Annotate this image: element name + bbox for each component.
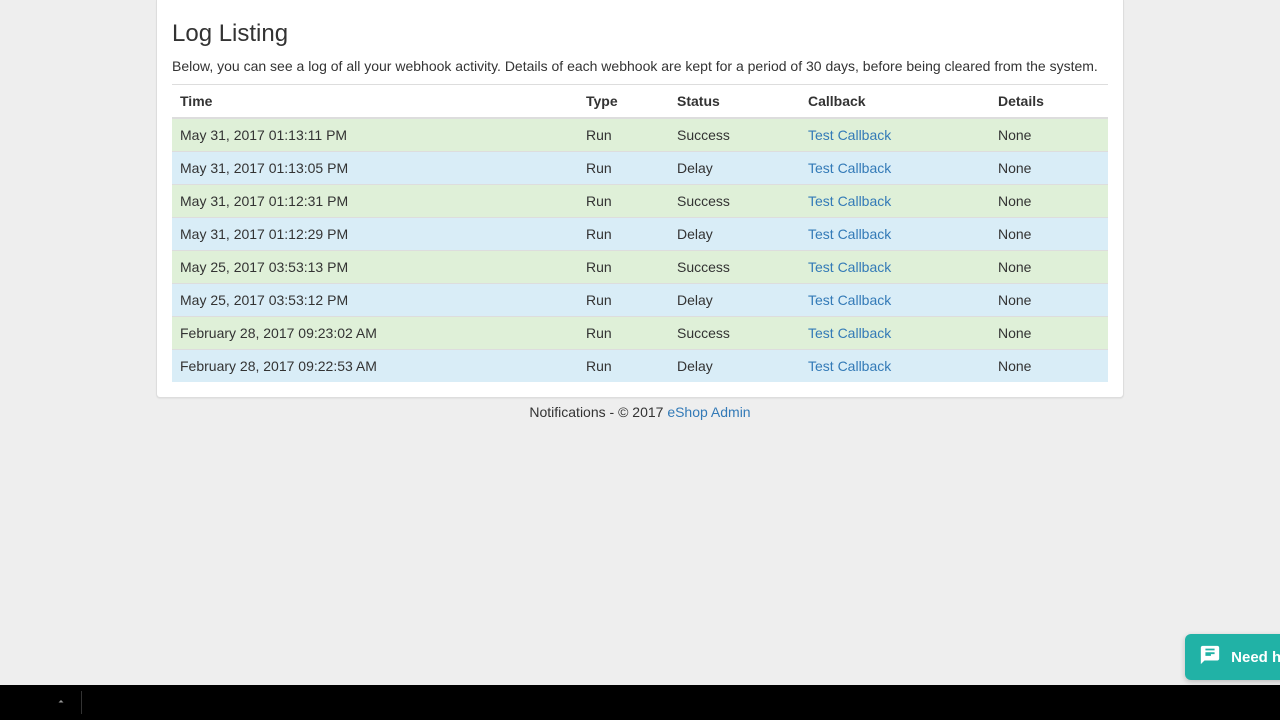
cell-type: Run	[578, 251, 669, 284]
cell-details: None	[990, 317, 1108, 350]
callback-link[interactable]: Test Callback	[808, 259, 891, 275]
cell-callback: Test Callback	[800, 317, 990, 350]
cell-time: May 31, 2017 01:12:29 PM	[172, 218, 578, 251]
cell-callback: Test Callback	[800, 251, 990, 284]
cell-type: Run	[578, 185, 669, 218]
callback-link[interactable]: Test Callback	[808, 127, 891, 143]
help-label: Need help?	[1231, 649, 1280, 666]
footer: Notifications - © 2017 eShop Admin	[0, 404, 1280, 420]
cell-time: May 31, 2017 01:13:05 PM	[172, 152, 578, 185]
footer-text: Notifications - © 2017	[529, 404, 667, 420]
cell-callback: Test Callback	[800, 218, 990, 251]
cell-type: Run	[578, 350, 669, 383]
callback-link[interactable]: Test Callback	[808, 193, 891, 209]
log-table: Time Type Status Callback Details May 31…	[172, 84, 1108, 382]
cell-status: Delay	[669, 152, 800, 185]
cell-time: May 25, 2017 03:53:12 PM	[172, 284, 578, 317]
cell-callback: Test Callback	[800, 284, 990, 317]
cell-details: None	[990, 218, 1108, 251]
cell-details: None	[990, 251, 1108, 284]
help-widget[interactable]: Need help?	[1185, 634, 1280, 680]
page-title: Log Listing	[172, 20, 1108, 48]
cell-callback: Test Callback	[800, 350, 990, 383]
callback-link[interactable]: Test Callback	[808, 358, 891, 374]
table-row: May 31, 2017 01:13:11 PMRunSuccess Test C…	[172, 118, 1108, 152]
cell-type: Run	[578, 118, 669, 152]
cell-status: Delay	[669, 284, 800, 317]
cell-details: None	[990, 185, 1108, 218]
table-row: May 31, 2017 01:12:29 PMRunDelay Test Cal…	[172, 218, 1108, 251]
table-header-row: Time Type Status Callback Details	[172, 85, 1108, 119]
footer-link[interactable]: eShop Admin	[667, 404, 750, 420]
cell-time: February 28, 2017 09:22:53 AM	[172, 350, 578, 383]
callback-link[interactable]: Test Callback	[808, 160, 891, 176]
table-row: May 31, 2017 01:12:31 PMRunSuccess Test C…	[172, 185, 1108, 218]
cell-status: Success	[669, 185, 800, 218]
callback-link[interactable]: Test Callback	[808, 292, 891, 308]
cell-type: Run	[578, 152, 669, 185]
cell-status: Success	[669, 317, 800, 350]
cell-callback: Test Callback	[800, 118, 990, 152]
callback-link[interactable]: Test Callback	[808, 226, 891, 242]
cell-details: None	[990, 350, 1108, 383]
chat-icon	[1199, 644, 1221, 670]
cell-type: Run	[578, 317, 669, 350]
cell-status: Delay	[669, 350, 800, 383]
table-row: May 25, 2017 03:53:13 PMRunSuccess Test C…	[172, 251, 1108, 284]
bar-divider	[81, 691, 82, 714]
cell-type: Run	[578, 284, 669, 317]
cell-time: February 28, 2017 09:23:02 AM	[172, 317, 578, 350]
callback-link[interactable]: Test Callback	[808, 325, 891, 341]
cell-time: May 31, 2017 01:13:11 PM	[172, 118, 578, 152]
col-header-details: Details	[990, 85, 1108, 119]
cell-details: None	[990, 118, 1108, 152]
cell-status: Success	[669, 251, 800, 284]
bottom-bar	[0, 685, 1280, 720]
cell-status: Delay	[669, 218, 800, 251]
chevron-up-icon[interactable]	[55, 695, 67, 710]
cell-time: May 25, 2017 03:53:13 PM	[172, 251, 578, 284]
col-header-callback: Callback	[800, 85, 990, 119]
cell-type: Run	[578, 218, 669, 251]
page-description: Below, you can see a log of all your web…	[172, 58, 1108, 74]
table-row: February 28, 2017 09:23:02 AMRunSuccess T…	[172, 317, 1108, 350]
cell-time: May 31, 2017 01:12:31 PM	[172, 185, 578, 218]
table-row: February 28, 2017 09:22:53 AMRunDelay Tes…	[172, 350, 1108, 383]
cell-callback: Test Callback	[800, 185, 990, 218]
col-header-time: Time	[172, 85, 578, 119]
cell-details: None	[990, 284, 1108, 317]
cell-details: None	[990, 152, 1108, 185]
cell-status: Success	[669, 118, 800, 152]
cell-callback: Test Callback	[800, 152, 990, 185]
table-row: May 25, 2017 03:53:12 PMRunDelay Test Cal…	[172, 284, 1108, 317]
col-header-type: Type	[578, 85, 669, 119]
table-row: May 31, 2017 01:13:05 PMRunDelay Test Cal…	[172, 152, 1108, 185]
log-panel: Log Listing Below, you can see a log of …	[156, 0, 1124, 398]
col-header-status: Status	[669, 85, 800, 119]
